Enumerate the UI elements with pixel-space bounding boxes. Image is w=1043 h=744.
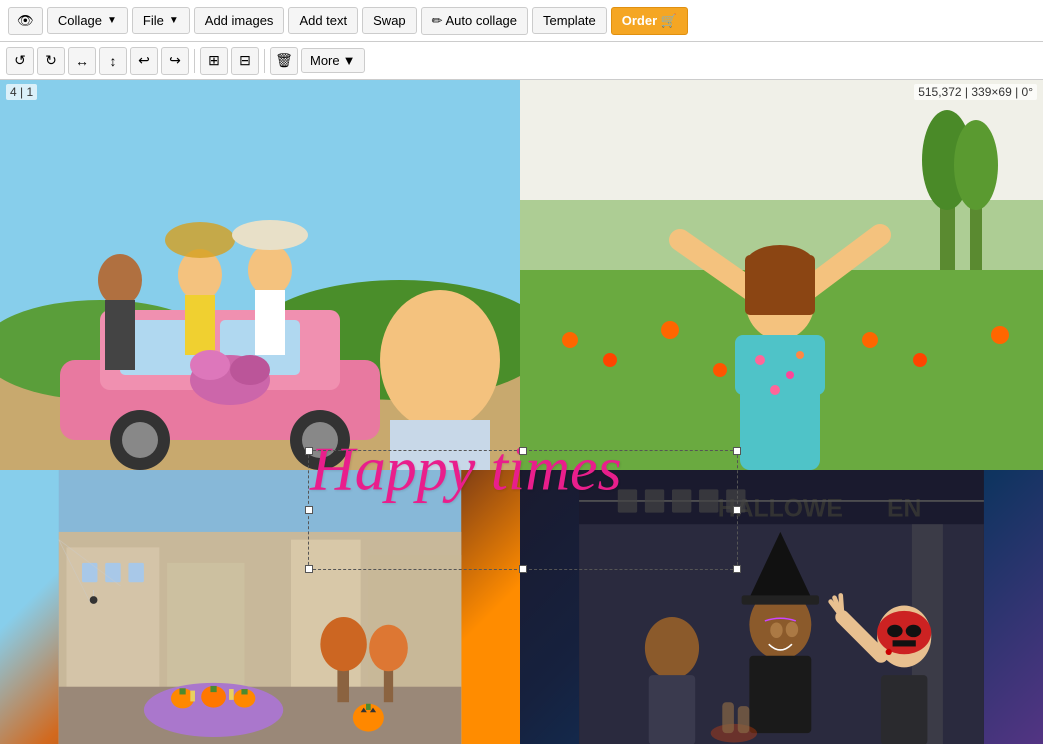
canvas-area: 4 | 1 515,372 | 339×69 | 0° — [0, 80, 1043, 744]
status-top-left: 4 | 1 — [6, 84, 37, 100]
auto-collage-label: ✏ Auto collage — [432, 13, 517, 29]
flip-v-button[interactable]: ↕ — [99, 47, 127, 75]
crop-button[interactable]: ⊞ — [200, 47, 228, 75]
order-button[interactable]: Order 🛒 — [611, 7, 688, 35]
rotate-left-button[interactable]: ↺ — [6, 47, 34, 75]
delete-button[interactable]: 🗑 — [270, 47, 298, 75]
file-button[interactable]: File ▼ — [132, 7, 190, 34]
auto-collage-button[interactable]: ✏ Auto collage — [421, 7, 528, 35]
collage-arrow: ▼ — [107, 15, 117, 26]
photo-cell-1[interactable] — [0, 80, 520, 470]
add-images-label: Add images — [205, 13, 274, 28]
more-label: More — [310, 53, 340, 68]
svg-text:EN: EN — [887, 495, 921, 522]
eye-button[interactable]: 👁 — [8, 7, 43, 35]
add-text-button[interactable]: Add text — [288, 7, 358, 34]
photo-cell-4[interactable]: HALLOWE EN — [520, 470, 1043, 744]
file-arrow: ▼ — [169, 15, 179, 26]
toolbar-separator-1 — [194, 49, 195, 73]
collage-label: Collage — [58, 13, 102, 28]
photo-grid: HALLOWE EN — [0, 80, 1043, 744]
add-images-button[interactable]: Add images — [194, 7, 285, 34]
swap-button[interactable]: Swap — [362, 7, 417, 34]
file-label: File — [143, 13, 164, 28]
more-arrow: ▼ — [343, 53, 356, 68]
redo-button[interactable]: ↪ — [161, 47, 189, 75]
second-toolbar: ↺ ↻ ↔ ↕ ↩ ↪ ⊞ ⊟ 🗑 More ▼ — [0, 42, 1043, 80]
swap-label: Swap — [373, 13, 406, 28]
resize-button[interactable]: ⊟ — [231, 47, 259, 75]
photo-cell-2[interactable] — [520, 80, 1043, 470]
undo-button[interactable]: ↩ — [130, 47, 158, 75]
photo-cell-3[interactable] — [0, 470, 520, 744]
status-top-right: 515,372 | 339×69 | 0° — [914, 84, 1037, 100]
toolbar-separator-2 — [264, 49, 265, 73]
flip-h-button[interactable]: ↔ — [68, 47, 96, 75]
template-label: Template — [543, 13, 596, 28]
top-toolbar: 👁 Collage ▼ File ▼ Add images Add text S… — [0, 0, 1043, 42]
more-button[interactable]: More ▼ — [301, 48, 365, 73]
rotate-right-button[interactable]: ↻ — [37, 47, 65, 75]
order-label: Order 🛒 — [622, 13, 677, 29]
collage-button[interactable]: Collage ▼ — [47, 7, 128, 34]
add-text-label: Add text — [299, 13, 347, 28]
template-button[interactable]: Template — [532, 7, 607, 34]
